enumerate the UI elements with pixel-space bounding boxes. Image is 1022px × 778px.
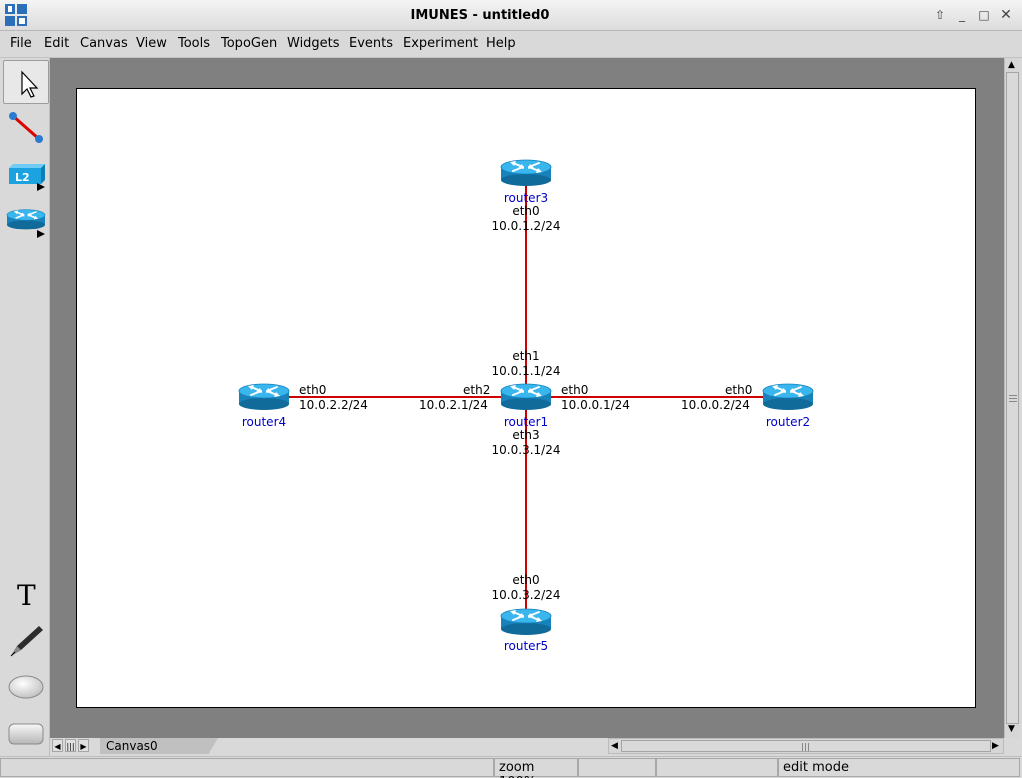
zoom-status: zoom 100% <box>494 758 578 778</box>
scroll-left-arrow-icon[interactable]: ◀ <box>611 741 618 751</box>
router5-node[interactable] <box>500 608 552 636</box>
status-cell-empty-2 <box>656 758 778 777</box>
text-tool-button[interactable]: T <box>3 572 49 616</box>
status-cell-empty-1 <box>578 758 656 777</box>
iface-label: eth0 <box>299 383 327 397</box>
router2-label: router2 <box>765 415 811 429</box>
select-tool-button[interactable] <box>3 60 49 104</box>
status-message-cell <box>0 758 494 777</box>
canvas-sheet[interactable]: router3 router1 router2 router4 router5 … <box>76 88 976 708</box>
router3-node[interactable] <box>500 159 552 187</box>
tab-scroll-middle-icon[interactable]: ||| <box>65 739 76 752</box>
canvas-tab-bar: ◀ ||| ▶ Canvas0 ◀ ▶ <box>50 738 1020 754</box>
router5-label: router5 <box>503 639 549 653</box>
ip-label: 10.0.0.1/24 <box>561 398 630 412</box>
menu-topogen[interactable]: TopoGen <box>221 36 277 51</box>
rectangle-tool-button[interactable] <box>3 712 49 756</box>
ip-label: 10.0.3.1/24 <box>491 443 561 457</box>
menu-canvas[interactable]: Canvas <box>80 36 128 51</box>
grip-line <box>805 743 806 751</box>
close-icon[interactable]: ✕ <box>997 7 1015 23</box>
freeform-tool-button[interactable] <box>3 618 49 662</box>
menu-help[interactable]: Help <box>486 36 516 51</box>
ip-label: 10.0.1.1/24 <box>491 364 561 378</box>
oval-tool-button[interactable] <box>3 665 49 709</box>
l2-device-tool-button[interactable]: L2 <box>3 153 49 197</box>
l2-switch-icon: L2 <box>9 164 45 191</box>
text-tool-glyph: T <box>17 579 36 612</box>
text-tool-icon: T <box>17 579 36 612</box>
router3-label: router3 <box>503 191 549 205</box>
horizontal-scroll-thumb[interactable] <box>621 740 991 752</box>
iface-label: eth1 <box>512 349 540 363</box>
iface-label: eth0 <box>725 383 753 397</box>
grip-line <box>808 743 809 751</box>
router4-node[interactable] <box>238 383 290 411</box>
ip-label: 10.0.0.2/24 <box>681 398 750 412</box>
menu-view[interactable]: View <box>136 36 167 51</box>
scroll-right-arrow-icon[interactable]: ▶ <box>992 741 999 751</box>
topology-graph <box>238 159 814 636</box>
maximize-icon[interactable]: □ <box>975 7 993 23</box>
router1-label: router1 <box>503 415 549 429</box>
menu-events[interactable]: Events <box>349 36 393 51</box>
window-title: IMUNES - untitled0 <box>410 8 550 23</box>
tab-scroll-left-icon[interactable]: ◀ <box>52 739 63 752</box>
rectangle-tool-icon <box>8 723 44 745</box>
menu-bar: File Edit Canvas View Tools TopoGen Widg… <box>0 31 1022 58</box>
menu-file[interactable]: File <box>10 36 32 51</box>
horizontal-scrollbar[interactable]: ◀ ▶ <box>608 738 1004 754</box>
iface-label: eth3 <box>512 428 540 442</box>
vertical-scroll-thumb[interactable] <box>1006 72 1019 724</box>
menu-edit[interactable]: Edit <box>44 36 69 51</box>
status-bar: zoom 100% edit mode <box>0 756 1022 778</box>
ip-label: 10.0.3.2/24 <box>491 588 561 602</box>
ip-label: 10.0.1.2/24 <box>491 219 561 233</box>
tool-palette: L2 T <box>0 58 50 758</box>
router-tool-button[interactable] <box>3 200 49 244</box>
vertical-scrollbar[interactable]: ▲ ▼ <box>1004 58 1020 738</box>
grip-line <box>1009 398 1017 399</box>
canvas-viewport[interactable]: router3 router1 router2 router4 router5 … <box>50 58 1004 738</box>
menu-widgets[interactable]: Widgets <box>287 36 340 51</box>
menu-tools[interactable]: Tools <box>178 36 210 51</box>
menu-experiment[interactable]: Experiment <box>403 36 478 51</box>
tab-scroll-right-icon[interactable]: ▶ <box>78 739 89 752</box>
grip-line <box>802 743 803 751</box>
freeform-pen-icon <box>10 626 43 657</box>
iface-label: eth0 <box>561 383 589 397</box>
router1-node[interactable] <box>500 383 552 411</box>
l2-badge: L2 <box>15 171 30 184</box>
tab-canvas0-label: Canvas0 <box>106 739 158 753</box>
link-tool-icon <box>9 112 43 143</box>
oval-tool-icon <box>8 675 44 699</box>
iface-label: eth0 <box>512 573 540 587</box>
iface-label: eth2 <box>463 383 491 397</box>
up-icon[interactable]: ⇧ <box>931 7 949 23</box>
ip-label: 10.0.2.1/24 <box>419 398 488 412</box>
mode-status: edit mode <box>778 758 1020 777</box>
grip-line <box>1009 395 1017 396</box>
scroll-down-arrow-icon[interactable]: ▼ <box>1008 724 1015 734</box>
grip-line <box>1009 401 1017 402</box>
title-bar: IMUNES - untitled0 ⇧ _ □ ✕ <box>0 0 1022 31</box>
router2-node[interactable] <box>762 383 814 411</box>
ip-label: 10.0.2.2/24 <box>299 398 368 412</box>
tab-canvas0[interactable]: Canvas0 <box>100 738 218 754</box>
minimize-icon[interactable]: _ <box>953 7 971 23</box>
scroll-up-arrow-icon[interactable]: ▲ <box>1008 60 1015 70</box>
select-pointer-icon <box>21 70 39 98</box>
router4-label: router4 <box>241 415 287 429</box>
router-icon <box>6 208 46 238</box>
iface-label: eth0 <box>512 204 540 218</box>
link-tool-button[interactable] <box>3 106 49 150</box>
